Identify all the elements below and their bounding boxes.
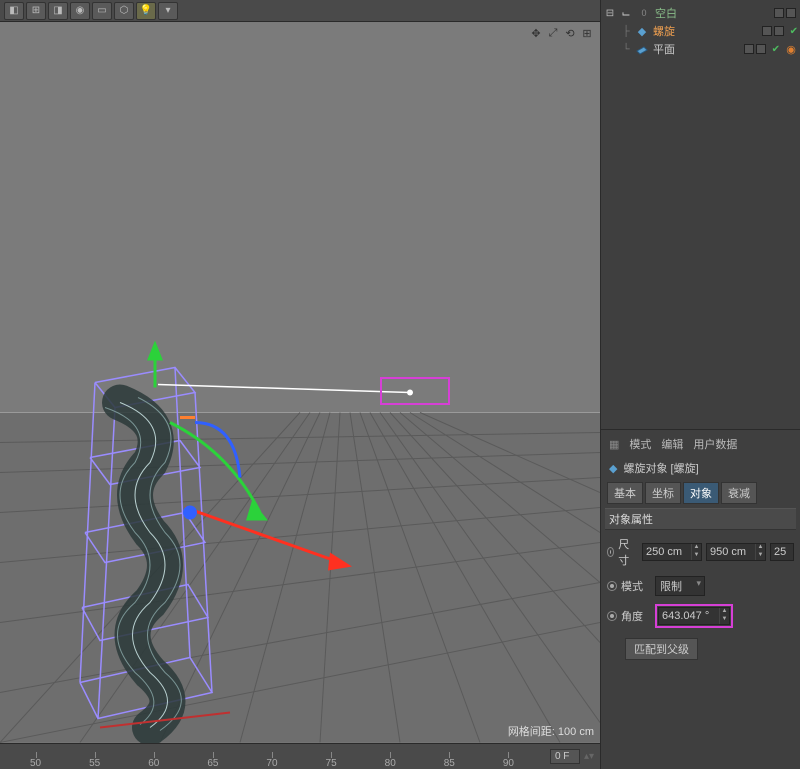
null-icon: ⌙ <box>619 6 633 20</box>
timeline-tick[interactable]: 50 <box>6 758 65 769</box>
zoom-icon[interactable]: ⤢ <box>546 26 560 40</box>
attr-object-title: ◆ 螺旋对象 [螺旋] <box>605 458 796 478</box>
timeline-tick[interactable]: 75 <box>302 758 361 769</box>
mode-dropdown[interactable]: 限制 <box>655 576 705 596</box>
anim-dot[interactable] <box>607 581 617 591</box>
render-dot[interactable] <box>786 8 796 18</box>
label-angle: 角度 <box>621 608 651 624</box>
viewport[interactable]: ✥ ⤢ ⟲ ⊞ <box>0 22 600 743</box>
size-y-field[interactable]: ▲▼ <box>706 543 766 561</box>
expand-toggle[interactable]: ⊟ <box>605 8 615 19</box>
enable-check-icon[interactable]: ✔ <box>790 26 798 37</box>
visibility-dot[interactable] <box>774 8 784 18</box>
object-row-null[interactable]: ⊟ ⌙ 0 空白 <box>603 4 798 22</box>
tool-button[interactable]: ⊞ <box>26 2 46 20</box>
object-name[interactable]: 平面 <box>653 41 740 57</box>
tool-button[interactable]: ◧ <box>4 2 24 20</box>
viewport-nav-icons: ✥ ⤢ ⟲ ⊞ <box>529 26 594 40</box>
tree-branch-icon: ├ <box>621 26 631 37</box>
tab-basic[interactable]: 基本 <box>607 482 643 504</box>
tool-button[interactable]: ◉ <box>70 2 90 20</box>
size-y-input[interactable] <box>707 546 755 558</box>
tab-falloff[interactable]: 衰减 <box>721 482 757 504</box>
menu-edit[interactable]: 编辑 <box>661 436 683 452</box>
tree-branch-icon: └ <box>621 44 631 55</box>
timeline-tick[interactable]: 70 <box>242 758 301 769</box>
timeline-tick[interactable]: 60 <box>124 758 183 769</box>
anim-dot[interactable] <box>607 611 617 621</box>
plane-icon <box>635 42 649 56</box>
right-pane: ⊟ ⌙ 0 空白 ├ ◆ 螺旋 ✔ └ <box>600 0 800 769</box>
menu-mode[interactable]: 模式 <box>629 436 651 452</box>
attr-tabs: 基本 坐标 对象 衰减 <box>605 482 796 504</box>
attr-title-text: 螺旋对象 [螺旋] <box>623 460 698 476</box>
tab-coord[interactable]: 坐标 <box>645 482 681 504</box>
label-mode: 模式 <box>621 578 651 594</box>
left-pane: ◧ ⊞ ◨ ◉ ▭ ⬡ 💡 ▾ ✥ ⤢ ⟲ ⊞ <box>0 0 600 769</box>
viewport-grid-label: 网格间距: 100 cm <box>508 723 594 739</box>
menu-userdata[interactable]: 用户数据 <box>693 436 737 452</box>
fit-to-parent-button[interactable]: 匹配到父级 <box>625 638 698 660</box>
current-frame-field[interactable]: 0 F <box>550 749 580 764</box>
timeline-tick[interactable]: 85 <box>420 758 479 769</box>
anim-dot[interactable] <box>607 547 614 557</box>
attribute-manager: ▦ 模式 编辑 用户数据 ◆ 螺旋对象 [螺旋] 基本 坐标 对象 衰减 对象属… <box>601 430 800 769</box>
layer-badge: 0 <box>637 6 651 20</box>
annotation-highlight-angle: ▲▼ <box>655 604 733 628</box>
object-row-plane[interactable]: └ 平面 ✔ ◉ <box>603 40 798 58</box>
layout-icon[interactable]: ⊞ <box>580 26 594 40</box>
attr-row-mode: 模式 限制 <box>605 574 796 598</box>
deformer-icon: ◆ <box>635 24 649 38</box>
top-toolbar: ◧ ⊞ ◨ ◉ ▭ ⬡ 💡 ▾ <box>0 0 600 22</box>
viewport-canvas[interactable] <box>0 22 600 743</box>
attr-menubar: ▦ 模式 编辑 用户数据 <box>605 434 796 454</box>
tool-button[interactable]: 💡 <box>136 2 156 20</box>
object-name[interactable]: 空白 <box>655 5 770 21</box>
timeline-tick[interactable]: 80 <box>361 758 420 769</box>
tool-button[interactable]: ⬡ <box>114 2 134 20</box>
app-root: ◧ ⊞ ◨ ◉ ▭ ⬡ 💡 ▾ ✥ ⤢ ⟲ ⊞ <box>0 0 800 769</box>
object-row-helix[interactable]: ├ ◆ 螺旋 ✔ <box>603 22 798 40</box>
size-z-input[interactable] <box>771 546 789 558</box>
tab-object[interactable]: 对象 <box>683 482 719 504</box>
render-dot[interactable] <box>756 44 766 54</box>
size-x-field[interactable]: ▲▼ <box>642 543 702 561</box>
tag-icon[interactable]: ◉ <box>784 42 798 56</box>
timeline-frame-field[interactable]: 0 F ▴▾ <box>544 749 600 764</box>
orbit-icon[interactable]: ⟲ <box>563 26 577 40</box>
grid-icon: ▦ <box>609 438 619 451</box>
object-manager[interactable]: ⊟ ⌙ 0 空白 ├ ◆ 螺旋 ✔ └ <box>601 0 800 430</box>
tool-button[interactable]: ◨ <box>48 2 68 20</box>
visibility-dot[interactable] <box>744 44 754 54</box>
timeline-tick[interactable]: 65 <box>183 758 242 769</box>
deformer-icon: ◆ <box>609 462 617 475</box>
tool-button[interactable]: ▭ <box>92 2 112 20</box>
attr-section-header: 对象属性 <box>605 508 796 530</box>
label-size: 尺寸 <box>618 536 638 568</box>
timeline-tick[interactable]: 90 <box>479 758 538 769</box>
timeline[interactable]: 505560657075808590 0 F ▴▾ <box>0 743 600 769</box>
angle-input[interactable] <box>659 610 719 622</box>
enable-check-icon[interactable]: ✔ <box>772 44 780 55</box>
attr-row-angle: 角度 ▲▼ <box>605 602 796 630</box>
timeline-ticks[interactable]: 505560657075808590 <box>0 744 544 769</box>
attr-row-size: 尺寸 ▲▼ ▲▼ <box>605 534 796 570</box>
visibility-dot[interactable] <box>762 26 772 36</box>
angle-field[interactable]: ▲▼ <box>658 607 730 625</box>
pan-icon[interactable]: ✥ <box>529 26 543 40</box>
size-z-field[interactable] <box>770 543 794 561</box>
timeline-tick[interactable]: 55 <box>65 758 124 769</box>
object-name[interactable]: 螺旋 <box>653 23 758 39</box>
size-x-input[interactable] <box>643 546 691 558</box>
tool-button[interactable]: ▾ <box>158 2 178 20</box>
render-dot[interactable] <box>774 26 784 36</box>
